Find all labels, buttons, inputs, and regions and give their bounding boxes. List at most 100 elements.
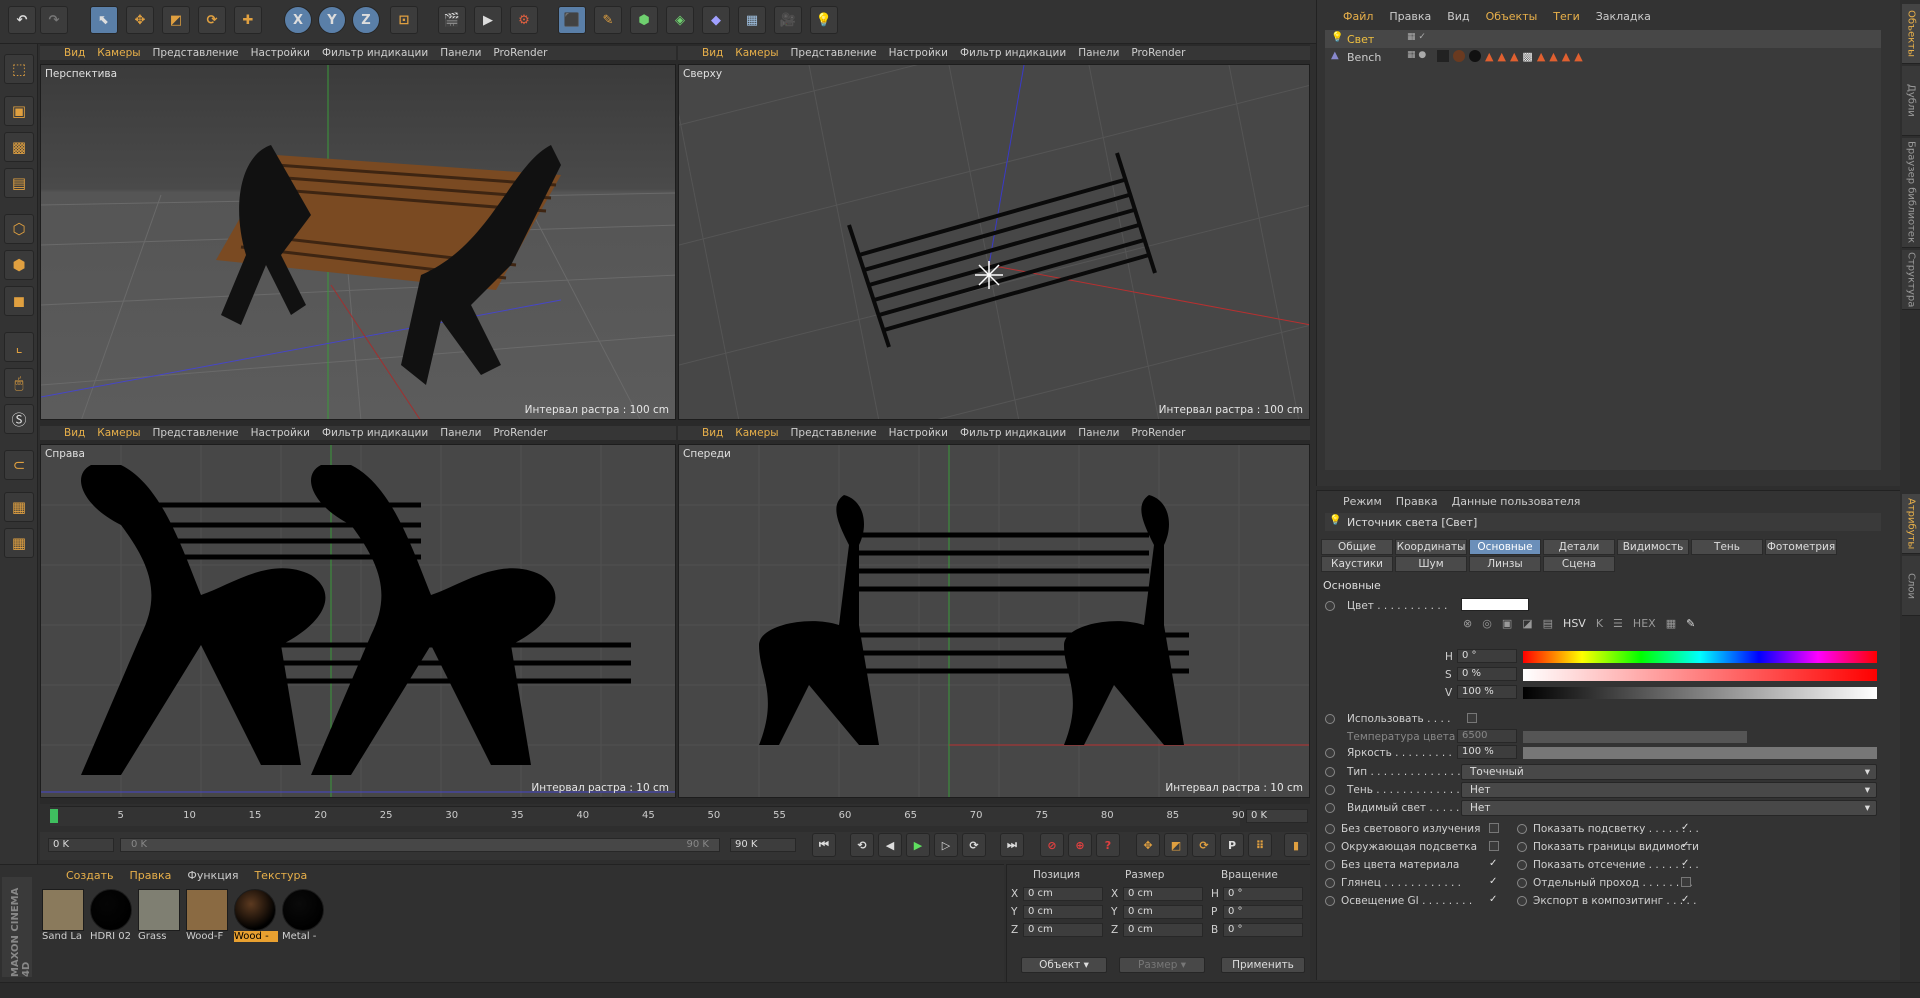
use-temp-anim-button[interactable]: [1325, 714, 1335, 724]
render-view-icon[interactable]: 🎬: [438, 6, 466, 34]
make-editable-icon[interactable]: ⬚: [4, 54, 34, 84]
floor-icon[interactable]: ▦: [738, 6, 766, 34]
attribute-tab[interactable]: Шум: [1395, 556, 1467, 572]
attribute-tab[interactable]: Видимость: [1617, 539, 1689, 555]
temperature-field[interactable]: 6500: [1457, 729, 1517, 743]
checkbox[interactable]: [1489, 841, 1499, 851]
position-field[interactable]: 0 cm: [1023, 923, 1103, 937]
color-anim-button[interactable]: [1325, 601, 1335, 611]
menu-user-data[interactable]: Данные пользователя: [1452, 495, 1581, 508]
key-position-icon[interactable]: ✥: [1136, 833, 1160, 857]
menu-display[interactable]: Представление: [153, 427, 239, 439]
material-swatch[interactable]: Wood -: [234, 889, 278, 945]
phong-tag-icon[interactable]: ▲: [1485, 50, 1493, 63]
menu-view[interactable]: Вид: [1447, 10, 1469, 23]
menu-filter[interactable]: Фильтр индикации: [960, 47, 1066, 59]
type-select[interactable]: Точечный ▾: [1461, 764, 1877, 780]
undo-icon[interactable]: ↶: [8, 6, 36, 34]
menu-mode[interactable]: Режим: [1343, 495, 1382, 508]
coordinate-system-icon[interactable]: ⊡: [390, 6, 418, 34]
next-frame-icon[interactable]: ▷: [934, 833, 958, 857]
menu-panel[interactable]: Панели: [440, 47, 481, 59]
render-settings-icon[interactable]: ⚙: [510, 6, 538, 34]
material-swatch[interactable]: Wood-F: [186, 889, 230, 945]
eyedropper-icon[interactable]: ✎: [1686, 617, 1695, 633]
menu-edit[interactable]: Правка: [1396, 495, 1438, 508]
attribute-tab[interactable]: Фотометрия: [1765, 539, 1837, 555]
workplane-lock-icon[interactable]: ▦: [4, 492, 34, 522]
menu-display[interactable]: Представление: [153, 47, 239, 59]
apply-button[interactable]: Применить: [1221, 957, 1305, 973]
menu-options[interactable]: Настройки: [889, 47, 948, 59]
next-key-icon[interactable]: ⟳: [962, 833, 986, 857]
checkbox[interactable]: ✓: [1681, 841, 1691, 851]
scale-tool-icon[interactable]: ◩: [162, 6, 190, 34]
pen-spline-icon[interactable]: ✎: [594, 6, 622, 34]
move-tool-icon[interactable]: ✥: [126, 6, 154, 34]
brightness-slider[interactable]: [1523, 747, 1877, 759]
hue-slider[interactable]: [1523, 651, 1877, 663]
visibility-icon[interactable]: ▦ ●: [1407, 50, 1426, 60]
viewport-perspective[interactable]: Перспектива Интервал растра : 100 cm: [40, 64, 676, 420]
menu-objects[interactable]: Объекты: [1486, 10, 1538, 23]
menu-bookmarks[interactable]: Закладка: [1596, 10, 1651, 23]
menu-prorender[interactable]: ProRender: [1131, 427, 1185, 439]
saturation-slider[interactable]: [1523, 669, 1877, 681]
material-swatch[interactable]: Metal -: [282, 889, 326, 945]
image-icon[interactable]: ▣: [1502, 617, 1512, 633]
axis-x-button[interactable]: X: [284, 6, 312, 34]
edges-mode-icon[interactable]: ⬢: [4, 250, 34, 280]
end-frame-field[interactable]: 90 K: [730, 838, 796, 852]
polygons-mode-icon[interactable]: ◼: [4, 286, 34, 316]
phong-tag-icon[interactable]: ▲: [1510, 50, 1518, 63]
texture-mode-icon[interactable]: ▩: [4, 132, 34, 162]
prev-key-icon[interactable]: ⟲: [850, 833, 874, 857]
s-field[interactable]: 0 %: [1457, 667, 1517, 681]
tweak-mode-icon[interactable]: 🖱: [4, 368, 34, 398]
anim-button[interactable]: [1325, 860, 1335, 870]
render-picture-viewer-icon[interactable]: ▶: [474, 6, 502, 34]
snap-icon[interactable]: ⊂: [4, 450, 34, 480]
brightness-field[interactable]: 100 %: [1457, 745, 1517, 759]
menu-display[interactable]: Представление: [791, 47, 877, 59]
menu-prorender[interactable]: ProRender: [493, 427, 547, 439]
rotation-field[interactable]: 0 °: [1223, 905, 1303, 919]
subdivision-icon[interactable]: ⬢: [630, 6, 658, 34]
solo-icon[interactable]: Ⓢ: [4, 404, 34, 434]
menu-cameras[interactable]: Камеры: [97, 427, 140, 439]
planar-workplane-icon[interactable]: ▦: [4, 528, 34, 558]
go-to-end-icon[interactable]: ⏭: [1000, 833, 1024, 857]
playhead[interactable]: [50, 809, 58, 823]
side-tab[interactable]: Атрибуты: [1902, 494, 1920, 554]
menu-display[interactable]: Представление: [791, 427, 877, 439]
object-mode-select[interactable]: Объект ▾: [1021, 957, 1107, 973]
swatches-icon[interactable]: ▦: [1666, 617, 1676, 633]
attribute-tab[interactable]: Каустики: [1321, 556, 1393, 572]
temperature-slider[interactable]: [1523, 731, 1747, 743]
current-frame-field[interactable]: 0 K: [1246, 809, 1308, 823]
attribute-tab[interactable]: Общие: [1321, 539, 1393, 555]
brightness-anim-button[interactable]: [1325, 748, 1335, 758]
side-tab[interactable]: Объекты: [1902, 4, 1920, 64]
key-scale-icon[interactable]: ◩: [1164, 833, 1188, 857]
visible-light-select[interactable]: Нет ▾: [1461, 800, 1877, 816]
side-tab[interactable]: Браузер библиотек: [1902, 138, 1920, 248]
size-field[interactable]: 0 cm: [1123, 923, 1203, 937]
checkbox[interactable]: [1489, 823, 1499, 833]
menu-options[interactable]: Настройки: [251, 427, 310, 439]
menu-prorender[interactable]: ProRender: [1131, 47, 1185, 59]
menu-filter[interactable]: Фильтр индикации: [322, 47, 428, 59]
redo-icon[interactable]: ↷: [40, 6, 68, 34]
rotation-field[interactable]: 0 °: [1223, 923, 1303, 937]
value-slider[interactable]: [1523, 687, 1877, 699]
menu-panel[interactable]: Панели: [1078, 47, 1119, 59]
autokey-icon[interactable]: ⊕: [1068, 833, 1092, 857]
prev-frame-icon[interactable]: ◀: [878, 833, 902, 857]
anim-button[interactable]: [1517, 824, 1527, 834]
workplane-mode-icon[interactable]: ▤: [4, 168, 34, 198]
start-frame-field[interactable]: 0 K: [48, 838, 114, 852]
uvw-tag-icon[interactable]: ▩: [1522, 50, 1532, 63]
phong-tag-icon[interactable]: ▲: [1497, 50, 1505, 63]
material-tag-icon[interactable]: [1469, 50, 1481, 62]
anim-button[interactable]: [1517, 896, 1527, 906]
